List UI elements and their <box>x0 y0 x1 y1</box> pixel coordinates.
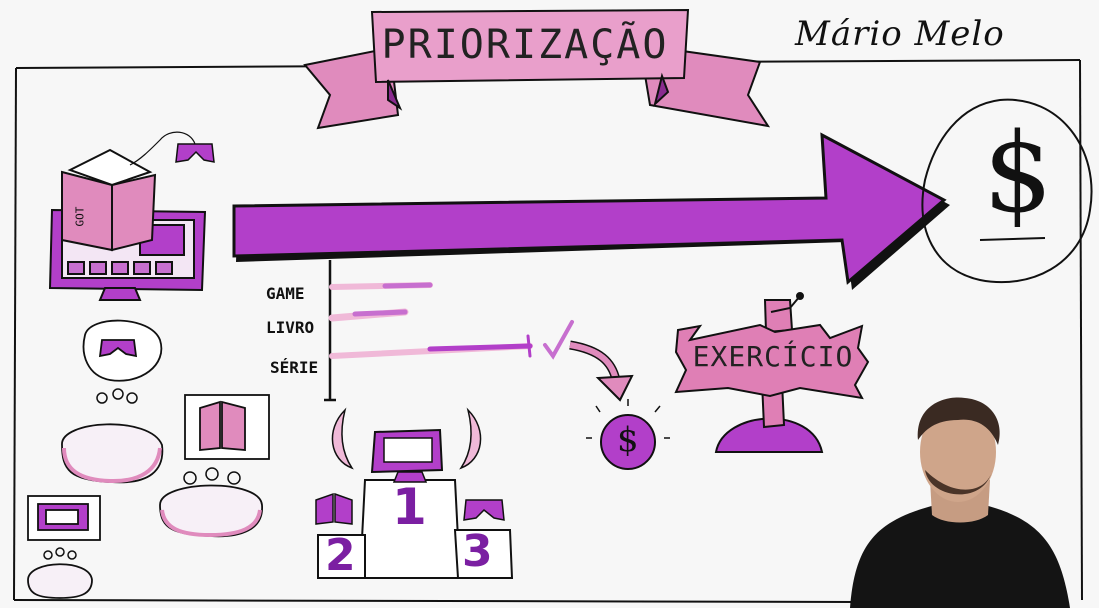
podium-first-place: 1 <box>392 478 427 536</box>
thought-bubble-book <box>159 394 270 538</box>
presenter-photo <box>850 397 1070 608</box>
banner-title: PRIORIZAÇÃO <box>381 22 669 68</box>
priority-label-serie: SÉRIE <box>270 358 319 377</box>
thought-bubble-game <box>61 319 164 484</box>
checkmark-icon <box>543 320 574 360</box>
priority-arrow <box>232 132 950 290</box>
gamepad-icon <box>129 131 215 166</box>
book-icon <box>315 492 353 525</box>
priority-label-game: GAME <box>266 284 305 303</box>
whiteboard-drawing <box>13 8 1093 608</box>
priority-axis <box>324 260 336 402</box>
book-cover-label: GOT <box>73 206 87 227</box>
goal-dollar-icon: $ <box>983 109 1053 237</box>
podium-second-place: 2 <box>325 530 356 581</box>
author-signature: Mário Melo <box>795 14 1005 54</box>
priority-label-livro: LIVRO <box>266 318 315 337</box>
thought-bubble-monitor <box>27 495 101 599</box>
curved-arrow <box>569 340 634 402</box>
coin-dollar-icon: $ <box>617 420 639 460</box>
gamepad-icon <box>463 499 505 521</box>
exercise-sign: EXERCÍCIO <box>692 339 854 373</box>
priority-bars <box>328 282 533 359</box>
monitor-icon <box>370 428 444 483</box>
podium-third-place: 3 <box>462 526 493 577</box>
